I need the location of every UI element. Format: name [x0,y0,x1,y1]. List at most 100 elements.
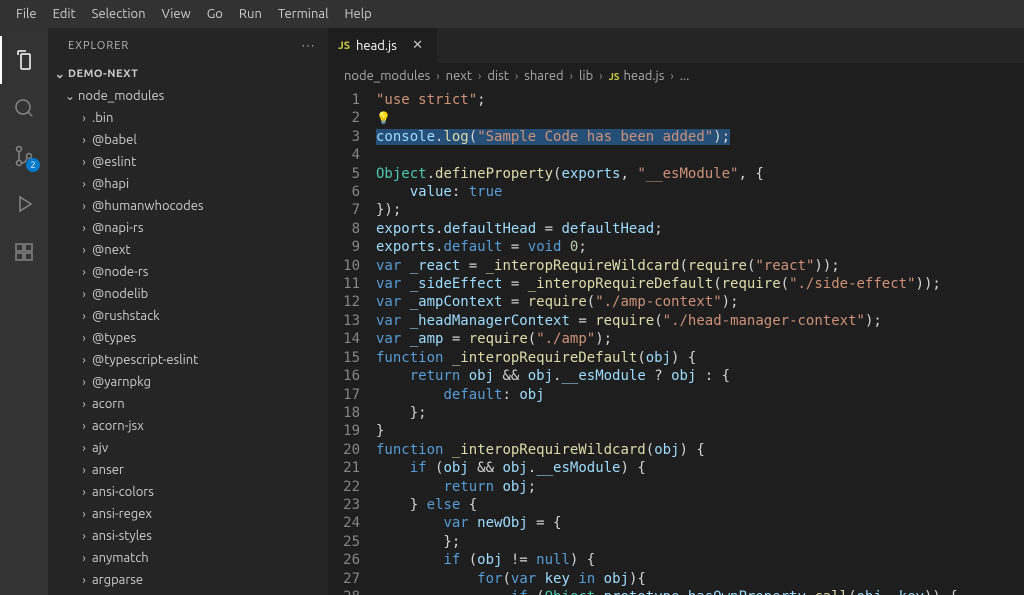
chevron-right-icon: › [76,354,92,367]
sidebar-header: EXPLORER ··· [48,28,328,63]
chevron-right-icon: › [515,70,518,83]
breadcrumb-item[interactable]: lib [579,69,593,83]
tree-folder[interactable]: ›acorn [48,393,328,415]
folder-label: .bin [92,111,113,125]
more-actions-icon[interactable]: ··· [302,40,316,52]
chevron-right-icon: › [76,530,92,543]
tree-folder[interactable]: ›ansi-colors [48,481,328,503]
folder-label: ajv [92,441,108,455]
chevron-right-icon: › [436,70,439,83]
chevron-right-icon: › [570,70,573,83]
project-name: DEMO-NEXT [68,68,138,80]
folder-label: @eslint [92,155,136,169]
chevron-right-icon: › [76,574,92,587]
menu-selection[interactable]: Selection [84,3,154,25]
tree-folder[interactable]: ›@yarnpkg [48,371,328,393]
breadcrumb-item[interactable]: ... [680,69,690,83]
tree-folder[interactable]: ›@rushstack [48,305,328,327]
lightbulb-icon[interactable]: 💡 [376,111,391,125]
tree-folder[interactable]: ›@eslint [48,151,328,173]
close-icon[interactable]: ✕ [408,38,427,53]
folder-label: ansi-styles [92,529,152,543]
menubar: FileEditSelectionViewGoRunTerminalHelp [0,0,1024,28]
chevron-right-icon: › [670,70,673,83]
tree-folder[interactable]: ›anser [48,459,328,481]
tree-folder-root[interactable]: ⌄ node_modules [48,85,328,107]
main-area: 2 EXPLORER ··· ⌄ DEMO-NEXT ⌄ node_module… [0,28,1024,595]
folder-label: anymatch [92,551,149,565]
tree-folder[interactable]: ›@humanwhocodes [48,195,328,217]
tree-folder[interactable]: ›@node-rs [48,261,328,283]
tree-folder[interactable]: ›ansi-regex [48,503,328,525]
chevron-right-icon: › [76,200,92,213]
chevron-right-icon: › [76,464,92,477]
tree-folder[interactable]: ›@typescript-eslint [48,349,328,371]
chevron-right-icon: › [76,178,92,191]
tree-folder[interactable]: ›acorn-jsx [48,415,328,437]
breadcrumb-item[interactable]: dist [487,69,509,83]
tree-folder[interactable]: ›@nodelib [48,283,328,305]
folder-label: @humanwhocodes [92,199,204,213]
folder-label: @node-rs [92,265,148,279]
activity-bar: 2 [0,28,48,595]
search-icon[interactable] [0,84,48,132]
breadcrumb-item[interactable]: JS head.js [609,69,665,83]
tree-folder[interactable]: ›ansi-styles [48,525,328,547]
tab-head-js[interactable]: JS head.js ✕ [328,28,438,63]
chevron-right-icon: › [76,552,92,565]
chevron-right-icon: › [76,332,92,345]
folder-label: node_modules [78,89,164,103]
project-header[interactable]: ⌄ DEMO-NEXT [48,63,328,85]
menu-help[interactable]: Help [336,3,379,25]
chevron-right-icon: › [76,420,92,433]
run-debug-icon[interactable] [0,180,48,228]
sidebar: EXPLORER ··· ⌄ DEMO-NEXT ⌄ node_modules … [48,28,328,595]
editor[interactable]: 1234567891011121314151617181920212223242… [328,89,1024,595]
chevron-right-icon: › [478,70,481,83]
folder-label: ansi-regex [92,507,152,521]
breadcrumb-item[interactable]: next [446,69,472,83]
source-control-icon[interactable]: 2 [0,132,48,180]
tree-folder[interactable]: ›@next [48,239,328,261]
tree-folder[interactable]: ›@types [48,327,328,349]
chevron-right-icon: › [76,222,92,235]
tree-folder[interactable]: ›@napi-rs [48,217,328,239]
menu-file[interactable]: File [8,3,45,25]
folder-label: argparse [92,573,143,587]
folder-label: ansi-colors [92,485,154,499]
tree-folder[interactable]: ›argparse [48,569,328,591]
breadcrumb-item[interactable]: node_modules [344,69,430,83]
chevron-right-icon: › [76,156,92,169]
tree-folder[interactable]: ›anymatch [48,547,328,569]
menu-edit[interactable]: Edit [45,3,84,25]
tree-folder[interactable]: ›@hapi [48,173,328,195]
chevron-right-icon: › [599,70,602,83]
folder-label: @nodelib [92,287,148,301]
folder-label: @types [92,331,136,345]
breadcrumb-item[interactable]: shared [524,69,563,83]
menu-terminal[interactable]: Terminal [270,3,337,25]
chevron-right-icon: › [76,112,92,125]
folder-label: acorn [92,397,125,411]
tab-bar: JS head.js ✕ [328,28,1024,63]
scm-badge: 2 [26,158,40,172]
extensions-icon[interactable] [0,228,48,276]
chevron-right-icon: › [76,376,92,389]
folder-label: anser [92,463,124,477]
js-file-icon: JS [338,40,350,52]
chevron-right-icon: › [76,288,92,301]
chevron-right-icon: › [76,398,92,411]
menu-view[interactable]: View [154,3,199,25]
folder-label: @rushstack [92,309,160,323]
tree-folder[interactable]: ›aria-query [48,591,328,595]
menu-run[interactable]: Run [231,3,270,25]
chevron-right-icon: › [76,508,92,521]
menu-go[interactable]: Go [199,3,231,25]
code-content[interactable]: "use strict";💡console.log("Sample Code h… [376,89,1024,595]
explorer-icon[interactable] [0,36,48,84]
tree-folder[interactable]: ›@babel [48,129,328,151]
tree-folder[interactable]: ›.bin [48,107,328,129]
tree-folder[interactable]: ›ajv [48,437,328,459]
folder-label: @yarnpkg [92,375,151,389]
folder-label: @typescript-eslint [92,353,198,367]
